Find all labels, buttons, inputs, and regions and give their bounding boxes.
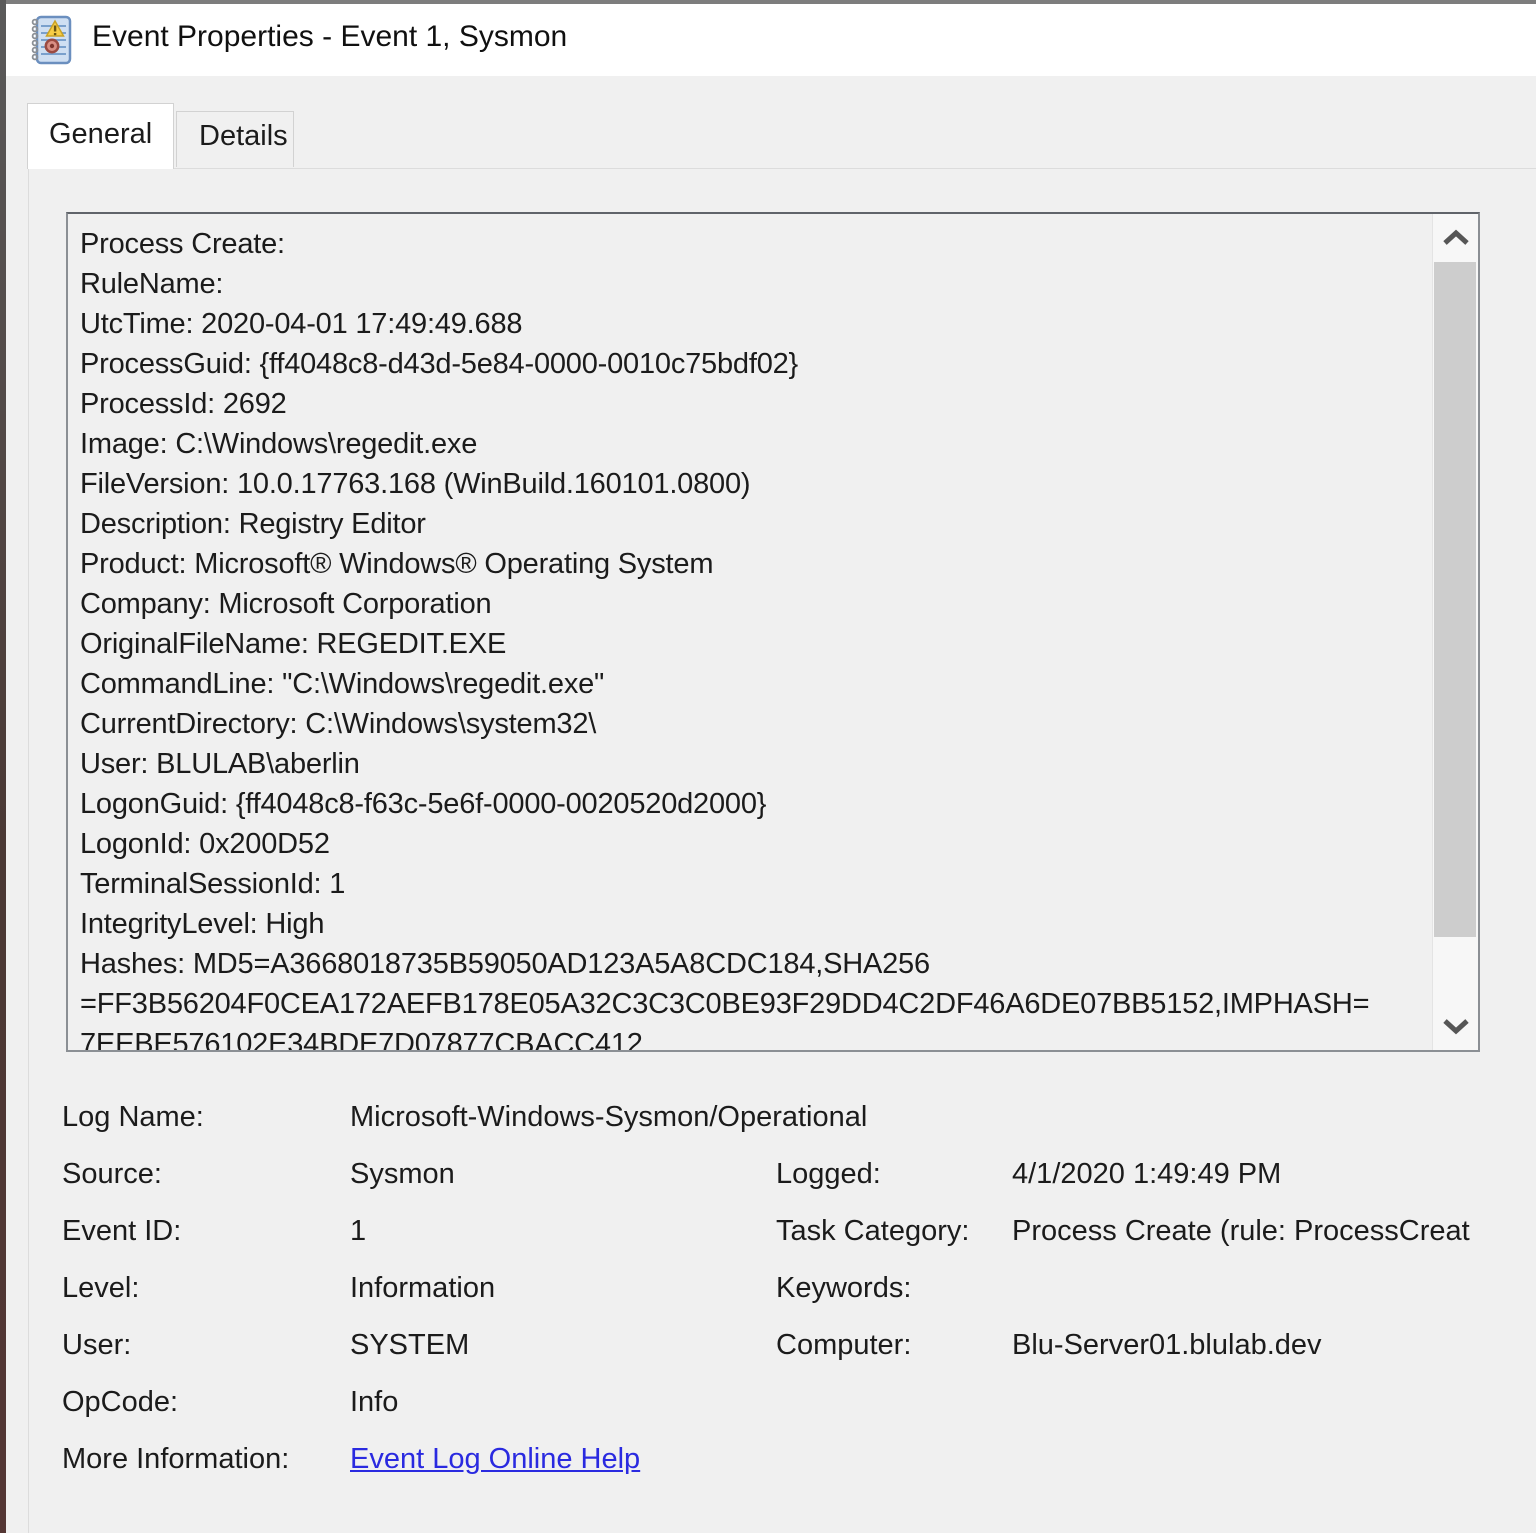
chevron-up-icon — [1441, 229, 1471, 247]
event-line: Description: Registry Editor — [80, 504, 1426, 544]
tab-details-label: Details — [199, 120, 288, 152]
tab-details[interactable]: Details — [176, 111, 294, 167]
log-name-label: Log Name: — [62, 1101, 350, 1134]
event-id-label: Event ID: — [62, 1215, 350, 1248]
title-bar: Event Properties - Event 1, Sysmon — [6, 4, 1536, 76]
level-value: Information — [350, 1272, 776, 1305]
event-id-value: 1 — [350, 1215, 776, 1248]
event-line: =FF3B56204F0CEA172AEFB178E05A32C3C3C0BE9… — [80, 984, 1426, 1024]
logged-value: 4/1/2020 1:49:49 PM — [1012, 1158, 1536, 1191]
scroll-up-button[interactable] — [1433, 214, 1478, 262]
window-title: Event Properties - Event 1, Sysmon — [92, 20, 567, 54]
opcode-value: Info — [350, 1386, 776, 1419]
event-line: User: BLULAB\aberlin — [80, 744, 1426, 784]
event-line: TerminalSessionId: 1 — [80, 864, 1426, 904]
event-line: UtcTime: 2020-04-01 17:49:49.688 — [80, 304, 1426, 344]
source-value: Sysmon — [350, 1158, 776, 1191]
event-line: CommandLine: "C:\Windows\regedit.exe" — [80, 664, 1426, 704]
level-label: Level: — [62, 1272, 350, 1305]
event-line: IntegrityLevel: High — [80, 904, 1426, 944]
tab-general-label: General — [49, 118, 152, 150]
event-line: Hashes: MD5=A3668018735B59050AD123A5A8CD… — [80, 944, 1426, 984]
event-line: Process Create: — [80, 224, 1426, 264]
chevron-down-icon — [1441, 1017, 1471, 1035]
event-line: Product: Microsoft® Windows® Operating S… — [80, 544, 1426, 584]
event-line: FileVersion: 10.0.17763.168 (WinBuild.16… — [80, 464, 1426, 504]
logged-label: Logged: — [776, 1158, 1012, 1191]
event-line: LogonGuid: {ff4048c8-f63c-5e6f-0000-0020… — [80, 784, 1426, 824]
event-line: RuleName: — [80, 264, 1426, 304]
event-line: ProcessGuid: {ff4048c8-d43d-5e84-0000-00… — [80, 344, 1426, 384]
event-log-icon — [30, 15, 72, 65]
tab-general[interactable]: General — [27, 103, 174, 169]
screen-left-edge — [0, 0, 6, 1533]
event-properties-dialog: { "window": { "title": "Event Properties… — [0, 0, 1536, 1533]
event-line: LogonId: 0x200D52 — [80, 824, 1426, 864]
event-line: 7EEBE576102E34BDE7D07877CBACC412 — [80, 1024, 1426, 1050]
more-information-cell: Event Log Online Help — [350, 1443, 1536, 1476]
event-line: Company: Microsoft Corporation — [80, 584, 1426, 624]
event-line: OriginalFileName: REGEDIT.EXE — [80, 624, 1426, 664]
event-description-box[interactable]: Process Create: RuleName: UtcTime: 2020-… — [66, 212, 1480, 1052]
scrollbar-thumb[interactable] — [1434, 262, 1476, 937]
event-line: Image: C:\Windows\regedit.exe — [80, 424, 1426, 464]
user-value: SYSTEM — [350, 1329, 776, 1362]
scroll-down-button[interactable] — [1433, 1002, 1478, 1050]
event-log-online-help-link[interactable]: Event Log Online Help — [350, 1443, 640, 1475]
computer-value: Blu-Server01.blulab.dev — [1012, 1329, 1536, 1362]
source-label: Source: — [62, 1158, 350, 1191]
event-line: ProcessId: 2692 — [80, 384, 1426, 424]
task-category-label: Task Category: — [776, 1215, 1012, 1248]
event-summary-fields: Log Name: Microsoft-Windows-Sysmon/Opera… — [62, 1089, 1536, 1488]
task-category-value: Process Create (rule: ProcessCreat — [1012, 1215, 1536, 1248]
vertical-scrollbar[interactable] — [1432, 214, 1478, 1050]
computer-label: Computer: — [776, 1329, 1012, 1362]
more-information-label: More Information: — [62, 1443, 350, 1476]
user-label: User: — [62, 1329, 350, 1362]
keywords-label: Keywords: — [776, 1272, 1012, 1305]
log-name-value: Microsoft-Windows-Sysmon/Operational — [350, 1101, 1536, 1134]
event-line: CurrentDirectory: C:\Windows\system32\ — [80, 704, 1426, 744]
event-description-text: Process Create: RuleName: UtcTime: 2020-… — [68, 214, 1430, 1050]
opcode-label: OpCode: — [62, 1386, 350, 1419]
